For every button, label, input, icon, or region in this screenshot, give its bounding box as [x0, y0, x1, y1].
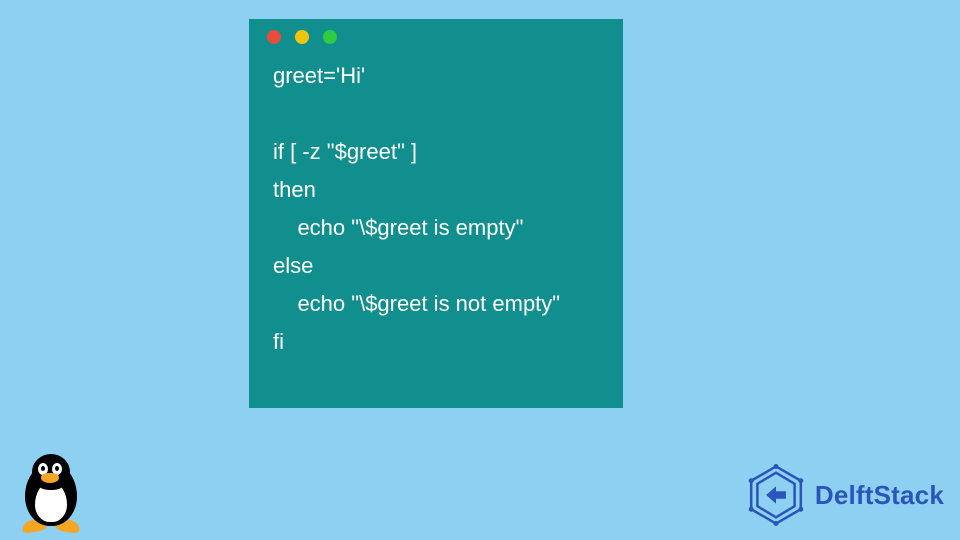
code-line: then [273, 177, 316, 202]
code-window: greet='Hi' if [ -z "$greet" ] then echo … [249, 19, 623, 408]
delftstack-icon [745, 464, 807, 526]
page-canvas: greet='Hi' if [ -z "$greet" ] then echo … [0, 0, 960, 540]
code-line: if [ -z "$greet" ] [273, 139, 417, 164]
close-icon [267, 30, 281, 44]
code-line: fi [273, 329, 284, 354]
tux-icon [16, 454, 86, 532]
window-titlebar [249, 19, 623, 55]
minimize-icon [295, 30, 309, 44]
maximize-icon [323, 30, 337, 44]
delftstack-logo: DelftStack [745, 464, 944, 526]
code-block: greet='Hi' if [ -z "$greet" ] then echo … [249, 55, 623, 361]
code-line: greet='Hi' [273, 63, 365, 88]
code-line: echo "\$greet is not empty" [273, 291, 560, 316]
code-line: else [273, 253, 313, 278]
delftstack-wordmark: DelftStack [815, 480, 944, 511]
code-line: echo "\$greet is empty" [273, 215, 523, 240]
